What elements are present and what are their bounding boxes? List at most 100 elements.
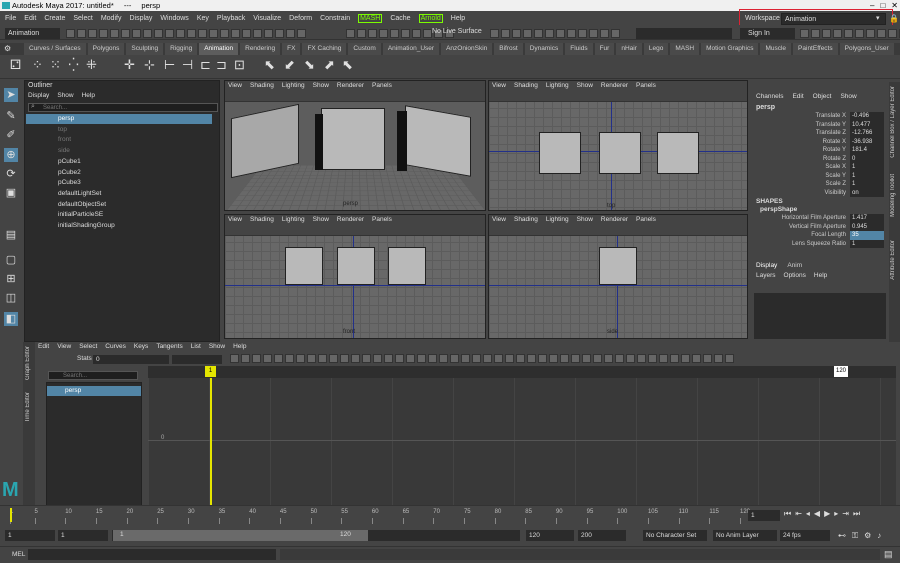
status-tool-icon[interactable] bbox=[231, 29, 240, 38]
viewport-menu-view[interactable]: View bbox=[492, 215, 506, 225]
graph-tool-icon[interactable] bbox=[648, 354, 657, 363]
status-tool-icon[interactable] bbox=[121, 29, 130, 38]
layer-list[interactable] bbox=[754, 293, 886, 339]
pcube2-top[interactable] bbox=[599, 132, 641, 174]
snap-icon[interactable] bbox=[412, 29, 421, 38]
outliner-item-defaultobjectset[interactable]: defaultObjectSet bbox=[26, 200, 212, 210]
pcube2-mesh[interactable] bbox=[321, 108, 385, 170]
graph-menu-help[interactable]: Help bbox=[233, 343, 246, 350]
viewport-side[interactable]: View Shading Lighting Show Renderer Panels si… bbox=[488, 214, 748, 339]
viewport-menu-renderer[interactable]: Renderer bbox=[601, 81, 628, 91]
viewport-menu-lighting[interactable]: Lighting bbox=[282, 81, 305, 91]
menu-playback[interactable]: Playback bbox=[217, 15, 245, 22]
step-back-icon[interactable]: ◂ bbox=[806, 509, 810, 519]
graph-tool-icon[interactable] bbox=[384, 354, 393, 363]
outliner-item-pcube1[interactable]: pCube1 bbox=[26, 157, 212, 167]
layout-persp-graph-icon[interactable]: ◧ bbox=[4, 312, 18, 326]
step-forward-key-icon[interactable]: ⇥ bbox=[842, 509, 849, 519]
graph-tool-icon[interactable] bbox=[615, 354, 624, 363]
layer-menu-layers[interactable]: Layers bbox=[756, 272, 776, 279]
graph-tool-icon[interactable] bbox=[417, 354, 426, 363]
graph-tool-icon[interactable] bbox=[241, 354, 250, 363]
go-start-icon[interactable]: ⏮ bbox=[784, 509, 791, 519]
layer-menu-options[interactable]: Options bbox=[784, 272, 806, 279]
panel-toggle-icon[interactable] bbox=[811, 29, 820, 38]
play-back-icon[interactable]: ◀ bbox=[814, 509, 820, 519]
render-tool-icon[interactable] bbox=[545, 29, 554, 38]
outliner-menu-help[interactable]: Help bbox=[82, 92, 95, 99]
viewport-menu-renderer[interactable]: Renderer bbox=[601, 215, 628, 225]
scale-tool-icon[interactable]: ▣ bbox=[4, 186, 18, 200]
status-tool-icon[interactable] bbox=[253, 29, 262, 38]
viewport-menu-shading[interactable]: Shading bbox=[250, 215, 274, 225]
channel-label[interactable]: Translate X bbox=[816, 112, 846, 121]
character-set-dropdown[interactable]: No Character Set bbox=[643, 530, 707, 541]
sign-in-button[interactable]: Sign In bbox=[740, 28, 795, 39]
play-forward-icon[interactable]: ▶ bbox=[824, 509, 830, 519]
animation-end-field[interactable]: 200 bbox=[578, 530, 626, 541]
side-tab-modeling-toolkit[interactable]: Modeling Toolkit bbox=[890, 174, 896, 217]
graph-tool-icon[interactable] bbox=[252, 354, 261, 363]
shelf-tool-icon[interactable]: ⊢ bbox=[162, 57, 177, 72]
key-icon[interactable]: ⚿ bbox=[852, 531, 858, 541]
outliner-item-defaultlightset[interactable]: defaultLightSet bbox=[26, 189, 212, 199]
lock-icon[interactable]: 🔒 bbox=[889, 14, 899, 23]
channel-value[interactable]: 0.945 bbox=[850, 222, 884, 231]
channel-label[interactable]: Rotate Y bbox=[823, 146, 846, 155]
channel-label[interactable]: Rotate X bbox=[823, 138, 846, 147]
pcube3-mesh[interactable] bbox=[405, 105, 471, 177]
snap-icon[interactable] bbox=[368, 29, 377, 38]
command-language-label[interactable]: MEL bbox=[12, 551, 25, 558]
mel-input[interactable] bbox=[28, 549, 276, 560]
graph-tool-icon[interactable] bbox=[703, 354, 712, 363]
menu-edit[interactable]: Edit bbox=[24, 15, 36, 22]
snap-icon[interactable] bbox=[379, 29, 388, 38]
shelf-tab-rendering[interactable]: Rendering bbox=[240, 43, 281, 55]
viewport-persp[interactable]: View Shading Lighting Show Renderer Panels pe… bbox=[224, 80, 486, 211]
viewport-menu-lighting[interactable]: Lighting bbox=[546, 81, 569, 91]
shelf-tool-icon[interactable]: ⁛ bbox=[66, 57, 81, 72]
channel-value[interactable]: 0 bbox=[850, 154, 884, 163]
graph-tool-icon[interactable] bbox=[714, 354, 723, 363]
channel-value[interactable]: 181.4 bbox=[850, 146, 884, 155]
menu-file[interactable]: File bbox=[5, 15, 16, 22]
viewport-menu-panels[interactable]: Panels bbox=[372, 81, 392, 91]
graph-tool-icon[interactable] bbox=[450, 354, 459, 363]
graph-tool-icon[interactable] bbox=[307, 354, 316, 363]
status-tool-icon[interactable] bbox=[132, 29, 141, 38]
channel-label[interactable]: Visibility bbox=[824, 189, 846, 198]
snap-icon[interactable] bbox=[346, 29, 355, 38]
status-tool-icon[interactable] bbox=[242, 29, 251, 38]
menu-constrain[interactable]: Constrain bbox=[320, 15, 350, 22]
channel-label[interactable]: Scale Z bbox=[826, 180, 846, 189]
cb-menu-object[interactable]: Object bbox=[813, 93, 832, 100]
range-slider[interactable]: 1 120 bbox=[112, 530, 520, 541]
menu-set-dropdown[interactable]: Animation bbox=[5, 28, 60, 39]
tab-anim[interactable]: Anim bbox=[787, 262, 802, 269]
channel-label[interactable]: Scale Y bbox=[825, 172, 846, 181]
graph-tool-icon[interactable] bbox=[659, 354, 668, 363]
shelf-tab-nhair[interactable]: nHair bbox=[616, 43, 642, 55]
graph-tool-icon[interactable] bbox=[351, 354, 360, 363]
render-tool-icon[interactable] bbox=[490, 29, 499, 38]
shelf-tool-icon[interactable]: ⊏ bbox=[198, 57, 213, 72]
shelf-tab-animation-user[interactable]: Animation_User bbox=[382, 43, 440, 55]
viewport-top[interactable]: View Shading Lighting Show Renderer Panels to… bbox=[488, 80, 748, 211]
shelf-tool-icon[interactable]: ⁙ bbox=[48, 57, 63, 72]
status-tool-icon[interactable] bbox=[286, 29, 295, 38]
side-tab-graph-editor[interactable]: Graph Editor bbox=[25, 346, 31, 380]
rotate-tool-icon[interactable]: ⟳ bbox=[4, 167, 18, 181]
viewport-menu-show[interactable]: Show bbox=[577, 215, 593, 225]
status-tool-icon[interactable] bbox=[187, 29, 196, 38]
graph-tool-icon[interactable] bbox=[549, 354, 558, 363]
menu-modify[interactable]: Modify bbox=[101, 15, 122, 22]
step-back-key-icon[interactable]: ⇤ bbox=[795, 509, 802, 519]
menu-arnold[interactable]: Arnold bbox=[418, 13, 443, 23]
menu-help[interactable]: Help bbox=[451, 15, 465, 22]
outliner-item-top[interactable]: top bbox=[26, 125, 212, 135]
graph-menu-list[interactable]: List bbox=[191, 343, 201, 350]
shelf-tab-mash[interactable]: MASH bbox=[670, 43, 700, 55]
shelf-tool-icon[interactable]: ⬋ bbox=[282, 57, 297, 72]
pcube1-front[interactable] bbox=[285, 247, 323, 285]
graph-tool-icon[interactable] bbox=[637, 354, 646, 363]
